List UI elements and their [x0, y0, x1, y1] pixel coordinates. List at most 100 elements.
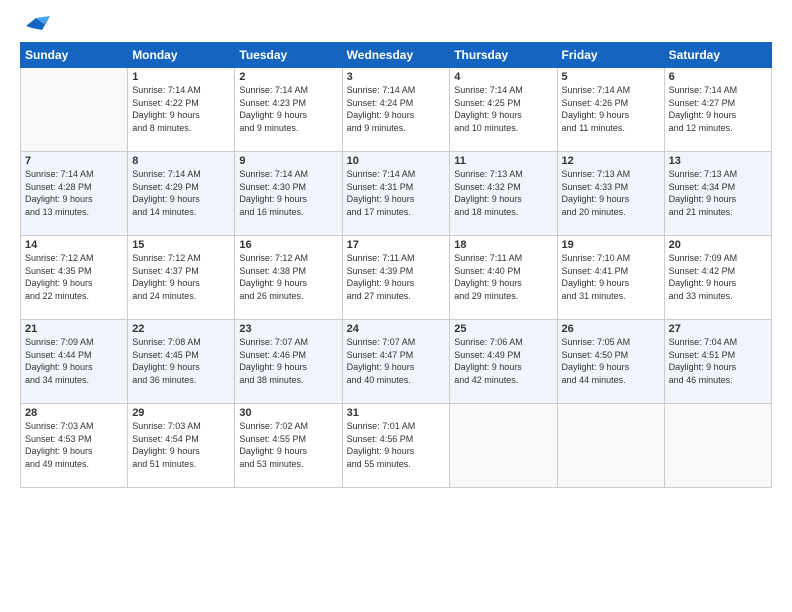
calendar-cell: 18Sunrise: 7:11 AM Sunset: 4:40 PM Dayli…: [450, 236, 557, 320]
calendar-cell: [21, 68, 128, 152]
calendar-week-2: 7Sunrise: 7:14 AM Sunset: 4:28 PM Daylig…: [21, 152, 772, 236]
day-info: Sunrise: 7:03 AM Sunset: 4:54 PM Dayligh…: [132, 420, 230, 470]
calendar-cell: [664, 404, 771, 488]
day-number: 8: [132, 155, 230, 167]
day-info: Sunrise: 7:05 AM Sunset: 4:50 PM Dayligh…: [562, 336, 660, 386]
day-number: 4: [454, 71, 552, 83]
day-number: 29: [132, 407, 230, 419]
calendar-cell: 2Sunrise: 7:14 AM Sunset: 4:23 PM Daylig…: [235, 68, 342, 152]
day-number: 13: [669, 155, 767, 167]
calendar-header-row: SundayMondayTuesdayWednesdayThursdayFrid…: [21, 43, 772, 68]
calendar-header-friday: Friday: [557, 43, 664, 68]
calendar-cell: 25Sunrise: 7:06 AM Sunset: 4:49 PM Dayli…: [450, 320, 557, 404]
calendar-cell: 4Sunrise: 7:14 AM Sunset: 4:25 PM Daylig…: [450, 68, 557, 152]
day-number: 12: [562, 155, 660, 167]
calendar-cell: 3Sunrise: 7:14 AM Sunset: 4:24 PM Daylig…: [342, 68, 450, 152]
calendar-cell: 15Sunrise: 7:12 AM Sunset: 4:37 PM Dayli…: [128, 236, 235, 320]
calendar-cell: 12Sunrise: 7:13 AM Sunset: 4:33 PM Dayli…: [557, 152, 664, 236]
calendar-cell: 24Sunrise: 7:07 AM Sunset: 4:47 PM Dayli…: [342, 320, 450, 404]
calendar-cell: 19Sunrise: 7:10 AM Sunset: 4:41 PM Dayli…: [557, 236, 664, 320]
day-info: Sunrise: 7:14 AM Sunset: 4:26 PM Dayligh…: [562, 84, 660, 134]
day-info: Sunrise: 7:11 AM Sunset: 4:40 PM Dayligh…: [454, 252, 552, 302]
day-info: Sunrise: 7:13 AM Sunset: 4:32 PM Dayligh…: [454, 168, 552, 218]
day-info: Sunrise: 7:14 AM Sunset: 4:30 PM Dayligh…: [239, 168, 337, 218]
calendar-header-sunday: Sunday: [21, 43, 128, 68]
calendar-header-tuesday: Tuesday: [235, 43, 342, 68]
day-info: Sunrise: 7:14 AM Sunset: 4:24 PM Dayligh…: [347, 84, 446, 134]
calendar-cell: 29Sunrise: 7:03 AM Sunset: 4:54 PM Dayli…: [128, 404, 235, 488]
day-number: 16: [239, 239, 337, 251]
day-info: Sunrise: 7:14 AM Sunset: 4:25 PM Dayligh…: [454, 84, 552, 134]
logo-text: [20, 16, 50, 36]
day-info: Sunrise: 7:04 AM Sunset: 4:51 PM Dayligh…: [669, 336, 767, 386]
calendar-header-wednesday: Wednesday: [342, 43, 450, 68]
day-info: Sunrise: 7:14 AM Sunset: 4:29 PM Dayligh…: [132, 168, 230, 218]
page: SundayMondayTuesdayWednesdayThursdayFrid…: [0, 0, 792, 498]
day-info: Sunrise: 7:03 AM Sunset: 4:53 PM Dayligh…: [25, 420, 123, 470]
day-number: 3: [347, 71, 446, 83]
calendar-cell: 31Sunrise: 7:01 AM Sunset: 4:56 PM Dayli…: [342, 404, 450, 488]
day-info: Sunrise: 7:12 AM Sunset: 4:38 PM Dayligh…: [239, 252, 337, 302]
day-number: 15: [132, 239, 230, 251]
day-number: 18: [454, 239, 552, 251]
day-info: Sunrise: 7:07 AM Sunset: 4:47 PM Dayligh…: [347, 336, 446, 386]
day-info: Sunrise: 7:13 AM Sunset: 4:33 PM Dayligh…: [562, 168, 660, 218]
day-info: Sunrise: 7:14 AM Sunset: 4:22 PM Dayligh…: [132, 84, 230, 134]
day-info: Sunrise: 7:09 AM Sunset: 4:44 PM Dayligh…: [25, 336, 123, 386]
calendar-cell: 26Sunrise: 7:05 AM Sunset: 4:50 PM Dayli…: [557, 320, 664, 404]
calendar-cell: 9Sunrise: 7:14 AM Sunset: 4:30 PM Daylig…: [235, 152, 342, 236]
day-number: 7: [25, 155, 123, 167]
day-number: 25: [454, 323, 552, 335]
day-number: 6: [669, 71, 767, 83]
day-number: 11: [454, 155, 552, 167]
day-number: 9: [239, 155, 337, 167]
calendar-cell: 1Sunrise: 7:14 AM Sunset: 4:22 PM Daylig…: [128, 68, 235, 152]
calendar-cell: 27Sunrise: 7:04 AM Sunset: 4:51 PM Dayli…: [664, 320, 771, 404]
day-number: 5: [562, 71, 660, 83]
calendar-cell: 14Sunrise: 7:12 AM Sunset: 4:35 PM Dayli…: [21, 236, 128, 320]
calendar-cell: 16Sunrise: 7:12 AM Sunset: 4:38 PM Dayli…: [235, 236, 342, 320]
calendar-cell: 17Sunrise: 7:11 AM Sunset: 4:39 PM Dayli…: [342, 236, 450, 320]
calendar-cell: 5Sunrise: 7:14 AM Sunset: 4:26 PM Daylig…: [557, 68, 664, 152]
calendar-week-1: 1Sunrise: 7:14 AM Sunset: 4:22 PM Daylig…: [21, 68, 772, 152]
calendar-cell: 30Sunrise: 7:02 AM Sunset: 4:55 PM Dayli…: [235, 404, 342, 488]
day-number: 2: [239, 71, 337, 83]
calendar-week-5: 28Sunrise: 7:03 AM Sunset: 4:53 PM Dayli…: [21, 404, 772, 488]
day-number: 17: [347, 239, 446, 251]
day-info: Sunrise: 7:10 AM Sunset: 4:41 PM Dayligh…: [562, 252, 660, 302]
logo-bird-icon: [22, 16, 50, 36]
day-info: Sunrise: 7:13 AM Sunset: 4:34 PM Dayligh…: [669, 168, 767, 218]
day-info: Sunrise: 7:12 AM Sunset: 4:35 PM Dayligh…: [25, 252, 123, 302]
calendar-header-saturday: Saturday: [664, 43, 771, 68]
calendar-cell: 7Sunrise: 7:14 AM Sunset: 4:28 PM Daylig…: [21, 152, 128, 236]
calendar-cell: 23Sunrise: 7:07 AM Sunset: 4:46 PM Dayli…: [235, 320, 342, 404]
day-number: 26: [562, 323, 660, 335]
day-number: 31: [347, 407, 446, 419]
day-number: 30: [239, 407, 337, 419]
calendar-cell: 11Sunrise: 7:13 AM Sunset: 4:32 PM Dayli…: [450, 152, 557, 236]
day-info: Sunrise: 7:14 AM Sunset: 4:23 PM Dayligh…: [239, 84, 337, 134]
calendar-cell: 28Sunrise: 7:03 AM Sunset: 4:53 PM Dayli…: [21, 404, 128, 488]
calendar-cell: 10Sunrise: 7:14 AM Sunset: 4:31 PM Dayli…: [342, 152, 450, 236]
day-info: Sunrise: 7:01 AM Sunset: 4:56 PM Dayligh…: [347, 420, 446, 470]
day-info: Sunrise: 7:02 AM Sunset: 4:55 PM Dayligh…: [239, 420, 337, 470]
day-info: Sunrise: 7:14 AM Sunset: 4:31 PM Dayligh…: [347, 168, 446, 218]
calendar-table: SundayMondayTuesdayWednesdayThursdayFrid…: [20, 42, 772, 488]
day-number: 20: [669, 239, 767, 251]
calendar-cell: [557, 404, 664, 488]
day-number: 24: [347, 323, 446, 335]
day-info: Sunrise: 7:07 AM Sunset: 4:46 PM Dayligh…: [239, 336, 337, 386]
day-info: Sunrise: 7:06 AM Sunset: 4:49 PM Dayligh…: [454, 336, 552, 386]
calendar-cell: 22Sunrise: 7:08 AM Sunset: 4:45 PM Dayli…: [128, 320, 235, 404]
day-info: Sunrise: 7:08 AM Sunset: 4:45 PM Dayligh…: [132, 336, 230, 386]
calendar-cell: 8Sunrise: 7:14 AM Sunset: 4:29 PM Daylig…: [128, 152, 235, 236]
day-number: 22: [132, 323, 230, 335]
calendar-header-thursday: Thursday: [450, 43, 557, 68]
calendar-cell: 20Sunrise: 7:09 AM Sunset: 4:42 PM Dayli…: [664, 236, 771, 320]
day-info: Sunrise: 7:09 AM Sunset: 4:42 PM Dayligh…: [669, 252, 767, 302]
day-number: 19: [562, 239, 660, 251]
calendar-cell: [450, 404, 557, 488]
logo: [20, 16, 50, 36]
calendar-cell: 13Sunrise: 7:13 AM Sunset: 4:34 PM Dayli…: [664, 152, 771, 236]
day-number: 28: [25, 407, 123, 419]
